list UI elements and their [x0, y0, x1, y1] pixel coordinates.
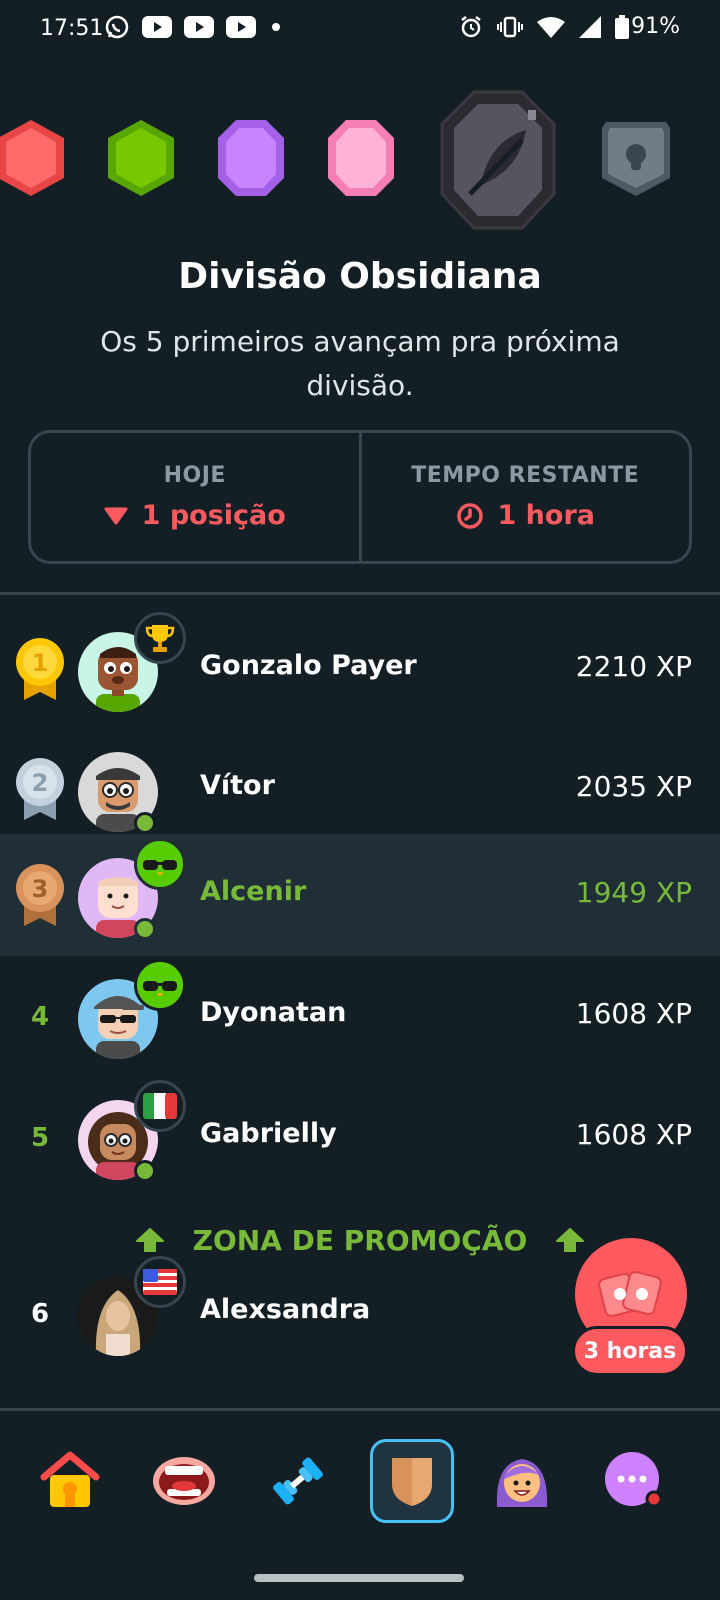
online-indicator	[134, 1160, 156, 1182]
user-name: Alcenir	[200, 876, 307, 907]
gold-medal-icon: 1	[16, 638, 64, 700]
time-remaining-value: 1 hora	[497, 500, 596, 531]
italy-flag-icon	[143, 1093, 177, 1119]
today-value-row: 1 posição	[104, 500, 286, 531]
league-badges-carousel[interactable]	[0, 88, 720, 233]
time-remaining-stat: TEMPO RESTANTE 1 hora	[358, 433, 690, 561]
nav-speaking[interactable]	[142, 1439, 226, 1523]
alarm-icon	[461, 15, 481, 37]
leaderboard-row[interactable]: 5 Gabrielly 1608 XP	[0, 1076, 720, 1198]
bottom-nav	[0, 1411, 720, 1561]
leagues-icon	[392, 1458, 432, 1506]
leaderboard-row[interactable]: 1 Gonzalo Payer 2210 XP	[0, 608, 720, 730]
amethyst-badge	[218, 120, 284, 196]
svg-text:2: 2	[32, 769, 49, 797]
time-remaining-label: TEMPO RESTANTE	[411, 463, 640, 488]
user-name: Gabrielly	[200, 1118, 337, 1149]
trophy-icon	[145, 625, 175, 652]
system-icons: 91%	[459, 14, 680, 39]
division-title: Divisão Obsidiana	[178, 256, 542, 297]
rank-number: 6	[30, 1299, 50, 1329]
user-name: Alexsandra	[200, 1294, 371, 1325]
leaderboard-row[interactable]: 2 Vítor 2035 XP	[0, 728, 720, 850]
duo-badge	[134, 959, 186, 1011]
signal-icon	[579, 15, 602, 38]
wifi-icon	[537, 16, 566, 38]
down-triangle-icon	[104, 507, 128, 524]
emerald-badge	[108, 120, 174, 196]
arrow-up-icon	[556, 1228, 585, 1252]
today-value: 1 posição	[141, 500, 286, 531]
notification-icons	[104, 14, 284, 40]
locked-diamond-badge	[602, 122, 670, 196]
section-divider	[0, 592, 720, 595]
user-xp: 1608 XP	[575, 997, 692, 1030]
duo-sunglasses-icon	[143, 854, 177, 877]
stats-card: HOJE 1 posição TEMPO RESTANTE 1 hora	[28, 430, 692, 564]
leaderboard-row[interactable]: 4 Dyonatan 1608 XP	[0, 955, 720, 1077]
status-bar: 17:51 91%	[0, 0, 720, 58]
whatsapp-icon	[105, 15, 129, 39]
today-label: HOJE	[163, 463, 226, 488]
today-stat: HOJE 1 posição	[31, 433, 359, 561]
youtube-icon	[184, 16, 214, 38]
obsidian-badge	[440, 90, 556, 230]
nav-profile[interactable]	[480, 1439, 564, 1523]
user-name: Gonzalo Payer	[200, 650, 417, 681]
online-indicator	[134, 918, 156, 940]
pearl-badge	[328, 120, 394, 196]
practice-icon	[273, 1457, 323, 1505]
youtube-icon	[142, 16, 172, 38]
clock-icon	[456, 502, 483, 529]
double-xp-timer[interactable]: 3 horas	[572, 1326, 688, 1376]
dot-icon	[272, 23, 280, 31]
nav-home[interactable]	[28, 1439, 112, 1523]
youtube-icon	[226, 16, 256, 38]
silver-medal-icon: 2	[16, 758, 64, 820]
home-indicator[interactable]	[254, 1574, 464, 1582]
time-remaining-value-row: 1 hora	[456, 500, 596, 531]
user-xp: 1608 XP	[575, 1118, 692, 1151]
nav-practice[interactable]	[256, 1439, 340, 1523]
user-name: Vítor	[200, 770, 275, 801]
duo-sunglasses-icon	[143, 975, 177, 998]
division-subtitle: Os 5 primeiros avançam pra próxima divis…	[100, 325, 620, 402]
promotion-zone-label: ZONA DE PROMOÇÃO	[192, 1223, 528, 1257]
bronze-medal-icon: 3	[16, 864, 64, 926]
duo-badge	[134, 838, 186, 890]
more-icon	[605, 1452, 663, 1508]
user-xp: 2035 XP	[575, 770, 692, 803]
vibrate-icon	[497, 16, 524, 37]
online-indicator	[134, 812, 156, 834]
speaking-icon	[153, 1457, 215, 1505]
user-xp: 1949 XP	[575, 876, 692, 909]
ruby-badge	[0, 120, 64, 196]
battery-percent: 91%	[631, 14, 680, 39]
leaderboard-row-current-user[interactable]: 3 Alcenir 1949 XP	[0, 834, 720, 956]
home-icon	[40, 1451, 100, 1507]
user-name: Dyonatan	[200, 997, 347, 1028]
svg-text:1: 1	[32, 649, 49, 677]
rank-number: 5	[30, 1123, 50, 1153]
user-xp: 2210 XP	[575, 650, 692, 683]
flag-badge	[134, 1080, 186, 1132]
usa-flag-icon	[143, 1269, 177, 1295]
double-xp-icon	[598, 1270, 662, 1318]
arrow-up-icon	[135, 1228, 164, 1252]
flag-badge	[134, 1256, 186, 1308]
profile-icon	[496, 1459, 548, 1507]
status-time: 17:51	[40, 16, 104, 41]
battery-icon	[615, 14, 630, 39]
trophy-badge	[134, 612, 186, 664]
nav-more[interactable]	[592, 1439, 676, 1523]
svg-text:3: 3	[32, 875, 49, 903]
nav-leagues[interactable]	[370, 1439, 454, 1523]
rank-number: 4	[30, 1002, 50, 1032]
